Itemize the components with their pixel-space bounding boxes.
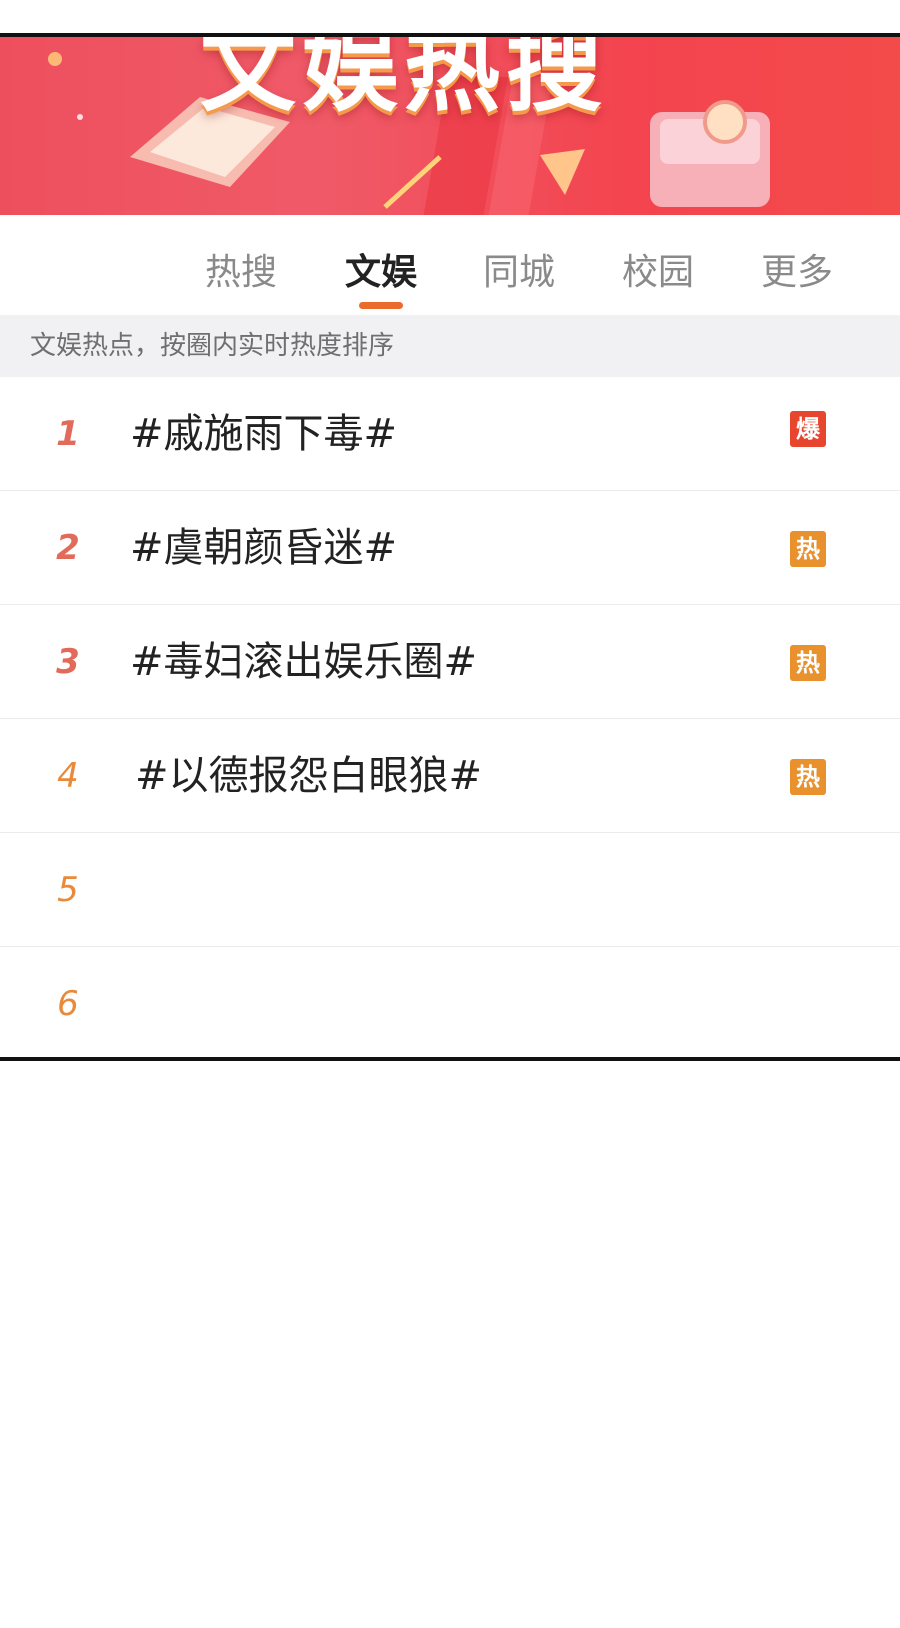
rank-number: 3: [56, 642, 80, 682]
topic-title[interactable]: #虞朝颜昏迷#: [130, 491, 397, 605]
tab-local[interactable]: 同城: [483, 243, 555, 295]
rank-number: 1: [56, 414, 80, 454]
hot-search-card: 文娱热搜 热搜 文娱 同城 校园 更多 文娱热点，按圈内实时热度排序 1 #戚施…: [0, 33, 900, 1061]
list-item[interactable]: 3 #毒妇滚出娱乐圈# 热: [0, 605, 900, 719]
topic-title[interactable]: #以德报怨白眼狼#: [135, 719, 482, 833]
hot-badge: 热: [790, 759, 826, 795]
list-item[interactable]: 4 #以德报怨白眼狼# 热: [0, 719, 900, 833]
topic-title[interactable]: #戚施雨下毒#: [130, 377, 397, 491]
list-item[interactable]: 5: [0, 833, 900, 947]
banner-title: 文娱热搜: [200, 37, 608, 125]
hot-badge: 热: [790, 645, 826, 681]
tab-campus[interactable]: 校园: [622, 243, 694, 295]
explosive-badge: 爆: [790, 411, 826, 447]
tab-more[interactable]: 更多: [761, 243, 833, 295]
list-item[interactable]: 2 #虞朝颜昏迷# 热: [0, 491, 900, 605]
tab-hot-search[interactable]: 热搜: [205, 243, 277, 295]
list-item[interactable]: 6: [0, 947, 900, 1057]
hot-badge: 热: [790, 531, 826, 567]
tab-bar: 热搜 文娱 同城 校园 更多: [0, 215, 900, 315]
rank-number: 4: [57, 756, 79, 796]
rank-number: 5: [57, 870, 79, 910]
hot-search-list: 1 #戚施雨下毒# 爆 2 #虞朝颜昏迷# 热 3 #毒妇滚出娱乐圈# 热 4 …: [0, 377, 900, 1057]
tab-entertainment[interactable]: 文娱: [345, 243, 417, 295]
banner: 文娱热搜: [0, 37, 900, 215]
list-item[interactable]: 1 #戚施雨下毒# 爆: [0, 377, 900, 491]
list-description: 文娱热点，按圈内实时热度排序: [0, 315, 900, 377]
rank-number: 2: [56, 528, 80, 568]
rank-number: 6: [57, 984, 79, 1024]
topic-title[interactable]: #毒妇滚出娱乐圈#: [130, 605, 477, 719]
active-tab-indicator: [359, 302, 403, 309]
